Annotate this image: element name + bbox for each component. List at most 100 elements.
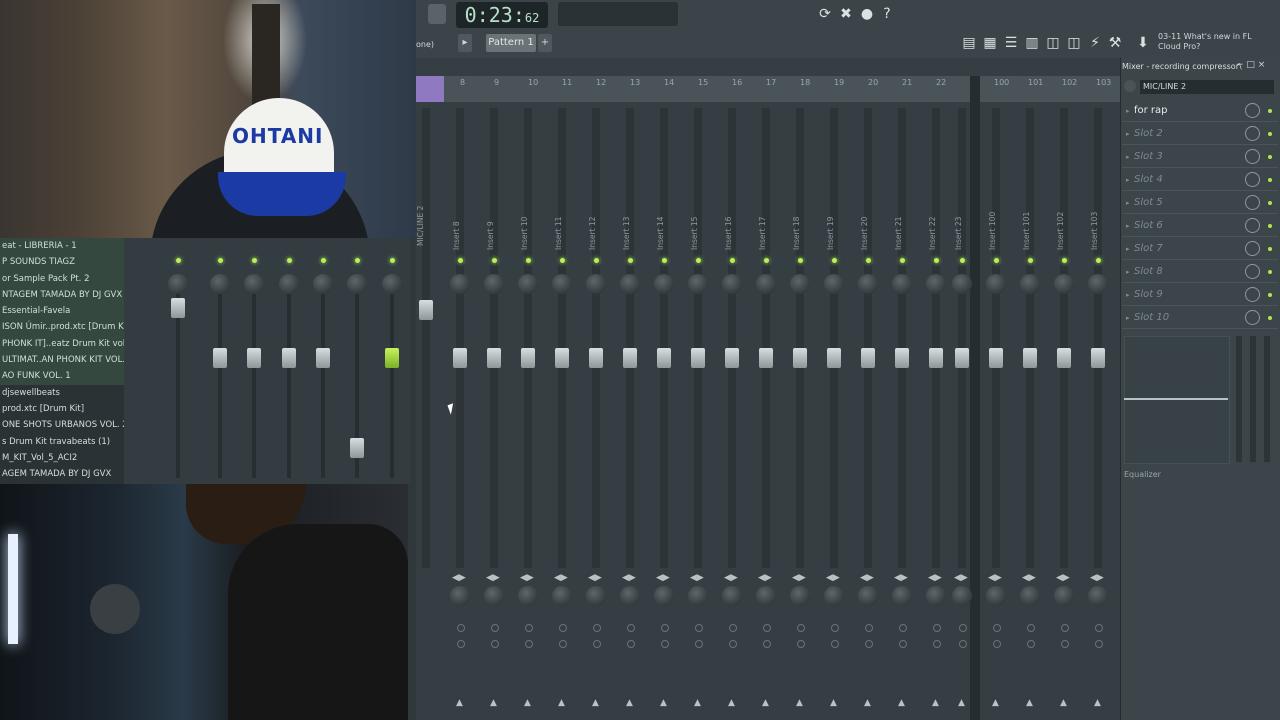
strip-label[interactable]: Insert 13 <box>622 217 631 250</box>
route-switch[interactable] <box>491 624 499 632</box>
route-arrow-icon[interactable]: ▲ <box>1026 698 1033 708</box>
route-arrow-icon[interactable]: ▲ <box>694 698 701 708</box>
pattern-prev-button[interactable]: ▸ <box>458 34 472 52</box>
pattern-selector[interactable]: Pattern 1 <box>486 34 536 52</box>
strip-label[interactable]: Insert 23 <box>954 217 963 250</box>
route-arrow-icon[interactable]: ▲ <box>592 698 599 708</box>
effect-slot[interactable]: ▸ Slot 3 <box>1122 146 1278 168</box>
effect-slot[interactable]: ▸ Slot 2 <box>1122 123 1278 145</box>
plugin-icon[interactable]: ⚡ <box>1086 34 1104 52</box>
volume-fader[interactable] <box>895 348 909 368</box>
stereo-arrows-icon[interactable]: ◀▶ <box>894 573 908 583</box>
strip-label[interactable]: Insert 102 <box>1056 212 1065 250</box>
stereo-arrows-icon[interactable]: ◀▶ <box>954 573 968 583</box>
channel-led[interactable] <box>458 258 463 263</box>
route-arrow-icon[interactable]: ▲ <box>660 698 667 708</box>
volume-fader[interactable] <box>282 348 296 368</box>
stereo-knob[interactable] <box>756 586 776 606</box>
route-switch[interactable] <box>831 624 839 632</box>
route-arrow-icon[interactable]: ▲ <box>558 698 565 708</box>
stereo-arrows-icon[interactable]: ◀▶ <box>758 573 772 583</box>
stereo-knob[interactable] <box>484 586 504 606</box>
strip-label[interactable]: Insert 103 <box>1090 212 1099 250</box>
route-arrow-icon[interactable]: ▲ <box>490 698 497 708</box>
volume-fader[interactable] <box>350 438 364 458</box>
volume-fader[interactable] <box>589 348 603 368</box>
volume-fader[interactable] <box>1023 348 1037 368</box>
project-icon[interactable]: ◫ <box>1065 34 1083 52</box>
volume-fader[interactable] <box>316 348 330 368</box>
stereo-knob[interactable] <box>1020 586 1040 606</box>
stereo-knob[interactable] <box>688 586 708 606</box>
strip-label[interactable]: Insert 100 <box>988 212 997 250</box>
channel-led[interactable] <box>832 258 837 263</box>
eq-slider-1[interactable] <box>1236 336 1242 462</box>
channel-led[interactable] <box>866 258 871 263</box>
route-arrow-icon[interactable]: ▲ <box>762 698 769 708</box>
pattern-add-button[interactable]: + <box>538 34 552 52</box>
route-arrow-icon[interactable]: ▲ <box>864 698 871 708</box>
channel-led[interactable] <box>1062 258 1067 263</box>
slot-mix-knob[interactable] <box>1245 195 1260 210</box>
equalizer-graph[interactable] <box>1124 336 1230 464</box>
browser-item[interactable]: ISON Úmir..prod.xtc [Drum Kit] <box>0 319 124 336</box>
volume-fader[interactable] <box>691 348 705 368</box>
channel-led[interactable] <box>900 258 905 263</box>
channel-rack-icon[interactable]: ☰ <box>1002 34 1020 52</box>
slot-mix-knob[interactable] <box>1245 103 1260 118</box>
pan-knob[interactable] <box>279 274 299 294</box>
pan-knob[interactable] <box>790 274 810 294</box>
volume-fader[interactable] <box>555 348 569 368</box>
route-arrow-icon[interactable]: ▲ <box>728 698 735 708</box>
route-switch[interactable] <box>1027 624 1035 632</box>
slot-enable-led[interactable] <box>1268 316 1272 320</box>
route-switch[interactable] <box>865 624 873 632</box>
stereo-knob[interactable] <box>1054 586 1074 606</box>
eq-slider-3[interactable] <box>1264 336 1270 462</box>
pan-knob[interactable] <box>313 274 333 294</box>
send-switch[interactable] <box>865 640 873 648</box>
stereo-arrows-icon[interactable]: ◀▶ <box>690 573 704 583</box>
stereo-knob[interactable] <box>892 586 912 606</box>
pan-knob[interactable] <box>986 274 1006 294</box>
channel-led[interactable] <box>994 258 999 263</box>
channel-led[interactable] <box>934 258 939 263</box>
send-switch[interactable] <box>593 640 601 648</box>
strip-label[interactable]: Insert 15 <box>690 217 699 250</box>
timeline-ruler[interactable]: 8 9 10 11 12 13 14 15 16 17 18 19 20 21 22 100 101 102 103 <box>416 76 1120 102</box>
microphone-icon[interactable]: ● <box>858 5 876 23</box>
send-switch[interactable] <box>729 640 737 648</box>
volume-fader[interactable] <box>725 348 739 368</box>
stereo-knob[interactable] <box>824 586 844 606</box>
channel-led[interactable] <box>960 258 965 263</box>
playhead-marker[interactable] <box>416 76 444 102</box>
stereo-arrows-icon[interactable]: ◀▶ <box>1090 573 1104 583</box>
send-switch[interactable] <box>933 640 941 648</box>
route-switch[interactable] <box>559 624 567 632</box>
pan-knob[interactable] <box>210 274 230 294</box>
stereo-knob[interactable] <box>518 586 538 606</box>
stereo-knob[interactable] <box>620 586 640 606</box>
strip-label[interactable]: Insert 12 <box>588 217 597 250</box>
strip-label[interactable]: Insert 19 <box>826 217 835 250</box>
stereo-knob[interactable] <box>790 586 810 606</box>
stereo-arrows-icon[interactable]: ◀▶ <box>1022 573 1036 583</box>
route-arrow-icon[interactable]: ▲ <box>830 698 837 708</box>
strip-label[interactable]: Insert 18 <box>792 217 801 250</box>
volume-fader[interactable] <box>247 348 261 368</box>
channel-led[interactable] <box>176 258 181 263</box>
strip-label[interactable]: Insert 22 <box>928 217 937 250</box>
route-switch[interactable] <box>933 624 941 632</box>
pan-knob[interactable] <box>1054 274 1074 294</box>
slot-enable-led[interactable] <box>1268 293 1272 297</box>
send-switch[interactable] <box>1027 640 1035 648</box>
tools-icon[interactable]: ⚒ <box>1106 34 1124 52</box>
route-switch[interactable] <box>525 624 533 632</box>
browser-item[interactable]: eat - LIBRERIA - 1 <box>0 238 124 255</box>
stereo-arrows-icon[interactable]: ◀▶ <box>452 573 466 583</box>
route-arrow-icon[interactable]: ▲ <box>1094 698 1101 708</box>
pan-knob[interactable] <box>858 274 878 294</box>
channel-led[interactable] <box>526 258 531 263</box>
window-controls[interactable]: − □ × <box>1236 60 1265 70</box>
send-switch[interactable] <box>1095 640 1103 648</box>
